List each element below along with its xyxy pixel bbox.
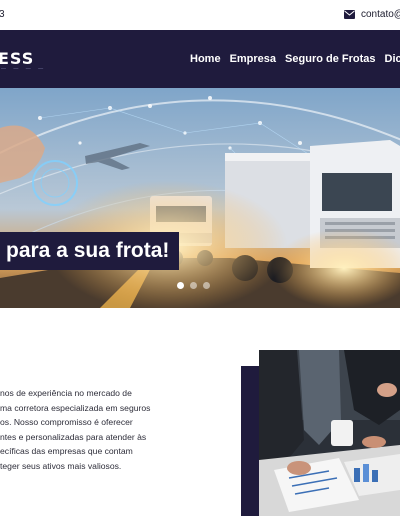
nav-empresa[interactable]: Empresa — [230, 53, 276, 65]
slider-dots — [177, 282, 210, 289]
top-contact-bar: 3 contato@ — [0, 0, 400, 30]
email-address: contato@ — [361, 9, 400, 20]
nav-seguro-de-frotas[interactable]: Seguro de Frotas — [285, 53, 375, 65]
about-line: ntes e personalizadas para atender às — [0, 431, 147, 442]
about-line: nos de experiência no mercado de — [0, 388, 132, 398]
brand-tagline: — — — — — [1, 66, 47, 72]
hero-slider: para a sua frota! — [0, 88, 400, 308]
email-contact[interactable]: contato@ — [344, 9, 400, 20]
slider-dot-2[interactable] — [190, 282, 197, 289]
hero-image — [0, 88, 400, 308]
about-line: os. Nosso compromisso é oferecer — [0, 417, 133, 427]
nav-home[interactable]: Home — [190, 53, 221, 65]
about-paragraph: nos de experiência no mercado de ma corr… — [0, 386, 180, 473]
slider-dot-1[interactable] — [177, 282, 184, 289]
team-meeting-photo — [259, 350, 400, 516]
about-line: teger seus ativos mais valiosos. — [0, 460, 122, 471]
envelope-icon — [344, 10, 355, 19]
main-navbar: ESS — — — — Home Empresa Seguro de Frota… — [0, 30, 400, 88]
about-line: ma corretora especializada em seguros — [0, 402, 151, 413]
main-nav: Home Empresa Seguro de Frotas Dicas — [190, 53, 400, 65]
nav-dicas[interactable]: Dicas — [385, 53, 400, 65]
about-line: ecíficas das empresas que contam — [0, 446, 133, 456]
hero-caption: para a sua frota! — [0, 232, 180, 270]
slider-dot-3[interactable] — [203, 282, 210, 289]
phone-number[interactable]: 3 — [0, 9, 5, 20]
